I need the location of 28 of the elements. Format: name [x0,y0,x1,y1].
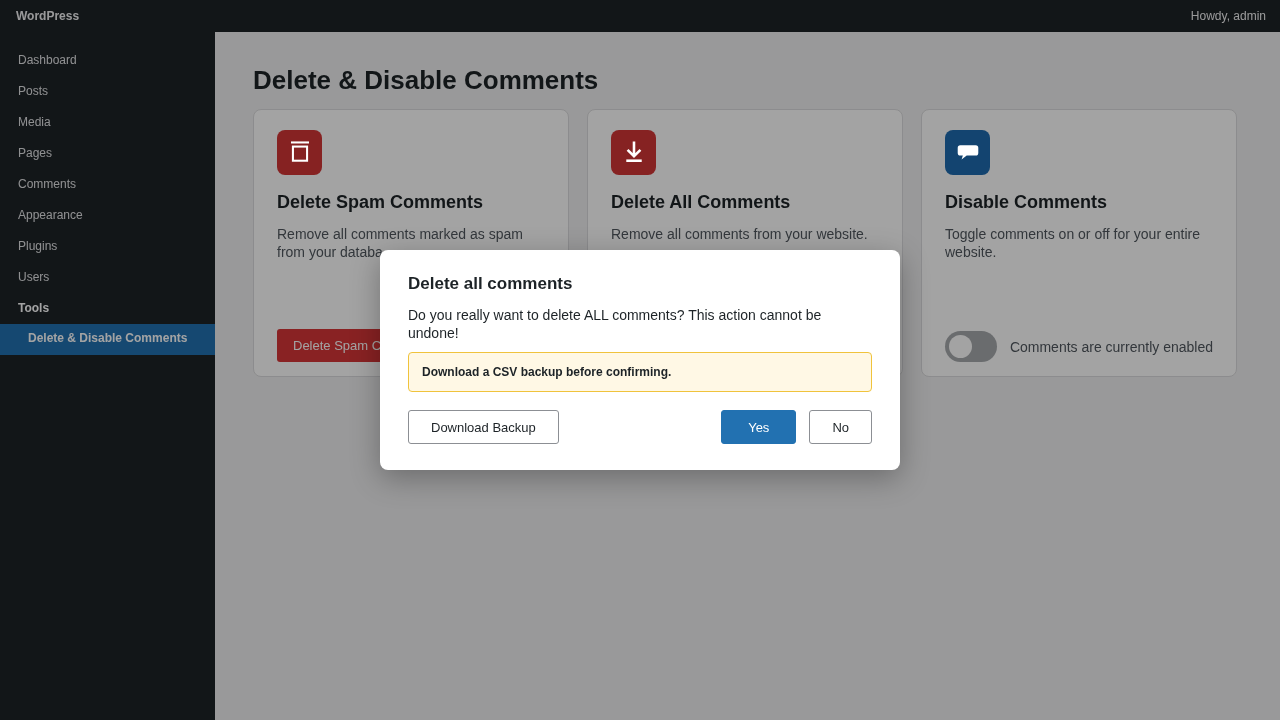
submenu-item[interactable]: Delete & Disable Comments [0,324,215,355]
sidebar-item[interactable]: Posts [0,76,215,107]
card-title: Disable Comments [945,192,1109,213]
sidebar-item[interactable]: Pages [0,138,215,169]
download-backup-button[interactable]: Download Backup [408,410,559,444]
toggle-switch[interactable] [945,331,997,362]
sidebar-item[interactable]: Media [0,107,215,138]
toggle-label: Comments are currently enabled [1009,338,1213,355]
card-description: Toggle comments on or off for your entire [945,225,1200,243]
card-description: Remove all comments marked as spam [277,225,523,243]
sidebar-item[interactable]: Plugins [0,231,215,262]
user-greeting[interactable]: Howdy, admin [1190,9,1266,23]
card-title: Delete Spam Comments [277,192,485,213]
sidebar-item[interactable]: Tools [0,293,215,324]
card-description: from your databa [277,243,383,261]
dialog-title: Delete all comments [408,274,574,294]
sidebar-item[interactable]: Appearance [0,200,215,231]
yes-button[interactable]: Yes [721,410,797,444]
no-button[interactable]: No [809,410,872,444]
sidebar-item[interactable]: Dashboard [0,45,215,76]
card-description: website. [945,243,997,261]
sidebar-item[interactable]: Users [0,262,215,293]
warning-notice: Download a CSV backup before confirming. [408,352,872,392]
site-name[interactable]: WordPress [16,9,80,23]
card-title: Delete All Comments [611,192,792,213]
sidebar-item[interactable]: Comments [0,169,215,200]
card-description: Remove all comments from your website. [611,225,868,243]
page-title: Delete & Disable Comments [253,64,600,96]
